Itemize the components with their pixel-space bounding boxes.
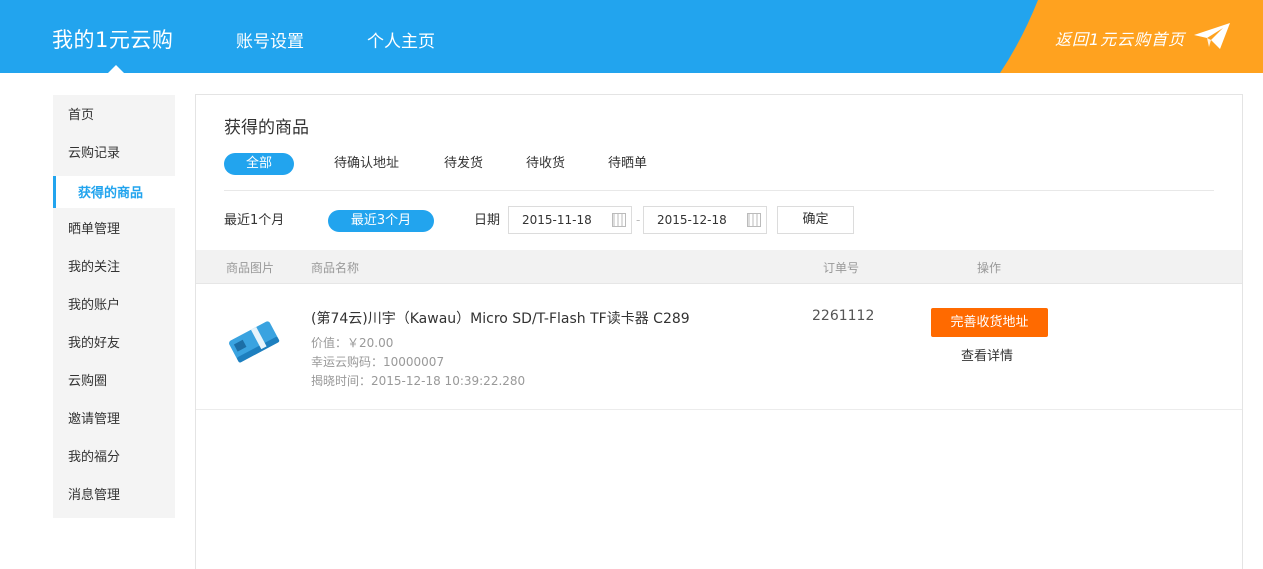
table-header: 商品图片 商品名称 订单号 操作 <box>196 250 1242 284</box>
reveal-time: 揭晓时间：2015-12-18 10:39:22.280 <box>311 374 526 388</box>
nav-account-settings[interactable]: 账号设置 <box>236 27 304 52</box>
paper-plane-icon[interactable] <box>1193 21 1231 51</box>
sidebar-item-purchase-records[interactable]: 云购记录 <box>68 144 120 164</box>
start-date-input[interactable]: 2015-11-18 <box>508 206 632 234</box>
sidebar-item-my-friends[interactable]: 我的好友 <box>68 334 120 354</box>
card-reader-product-image[interactable] <box>226 314 280 366</box>
table-row: (第74云)川宇（Kawau）Micro SD/T-Flash TF读卡器 C2… <box>196 284 1242 410</box>
confirm-button[interactable]: 确定 <box>777 206 854 234</box>
calendar-icon[interactable] <box>612 213 626 227</box>
top-header: 我的1元云购 账号设置 个人主页 返回1元云购首页 <box>0 0 1263 73</box>
tab-pending-shipment[interactable]: 待发货 <box>444 153 483 175</box>
main-panel: 获得的商品 全部 待确认地址 待发货 待收货 待晒单 最近1个月 最近3个月 日… <box>195 94 1243 569</box>
tabs-divider <box>224 190 1214 191</box>
column-product-name: 商品名称 <box>311 261 360 275</box>
sidebar-item-my-points[interactable]: 我的福分 <box>68 448 120 468</box>
filter-last-3-months[interactable]: 最近3个月 <box>328 210 434 232</box>
sidebar-item-won-products[interactable]: 获得的商品 <box>53 176 175 208</box>
column-product-image: 商品图片 <box>226 261 275 275</box>
view-details-link[interactable]: 查看详情 <box>961 345 1013 364</box>
tab-all[interactable]: 全部 <box>224 153 294 175</box>
end-date-value: 2015-12-18 <box>657 213 727 227</box>
tab-pending-receipt[interactable]: 待收货 <box>526 153 565 175</box>
sidebar-item-my-follows[interactable]: 我的关注 <box>68 258 120 278</box>
start-date-value: 2015-11-18 <box>522 213 592 227</box>
brand-title[interactable]: 我的1元云购 <box>52 24 173 54</box>
tab-pending-address[interactable]: 待确认地址 <box>334 153 399 175</box>
sidebar-item-messages[interactable]: 消息管理 <box>68 486 120 506</box>
page-title: 获得的商品 <box>224 118 309 138</box>
nav-personal-homepage[interactable]: 个人主页 <box>367 27 435 52</box>
sidebar-item-my-account[interactable]: 我的账户 <box>68 296 120 316</box>
tab-pending-share[interactable]: 待晒单 <box>608 153 647 175</box>
sidebar-item-home[interactable]: 首页 <box>68 106 94 126</box>
sidebar-item-share-management[interactable]: 晒单管理 <box>68 220 120 240</box>
lucky-code: 幸运云购码：10000007 <box>311 355 445 369</box>
product-price: 价值：￥20.00 <box>311 336 394 350</box>
date-label: 日期 <box>474 213 501 228</box>
sidebar-item-invite-management[interactable]: 邀请管理 <box>68 410 120 430</box>
product-name-link[interactable]: (第74云)川宇（Kawau）Micro SD/T-Flash TF读卡器 C2… <box>311 308 690 328</box>
end-date-input[interactable]: 2015-12-18 <box>643 206 767 234</box>
filter-last-1-month[interactable]: 最近1个月 <box>224 210 284 232</box>
sidebar-item-label: 获得的商品 <box>78 186 144 201</box>
order-number: 2261112 <box>812 308 875 324</box>
sidebar-item-cloud-circle[interactable]: 云购圈 <box>68 372 107 392</box>
calendar-icon[interactable] <box>747 213 761 227</box>
date-separator: - <box>636 213 641 227</box>
column-actions: 操作 <box>977 261 1002 275</box>
active-nav-caret <box>108 65 124 73</box>
complete-address-button[interactable]: 完善收货地址 <box>931 308 1048 337</box>
back-to-home-link[interactable]: 返回1元云购首页 <box>1055 26 1185 50</box>
column-order-number: 订单号 <box>823 261 860 275</box>
